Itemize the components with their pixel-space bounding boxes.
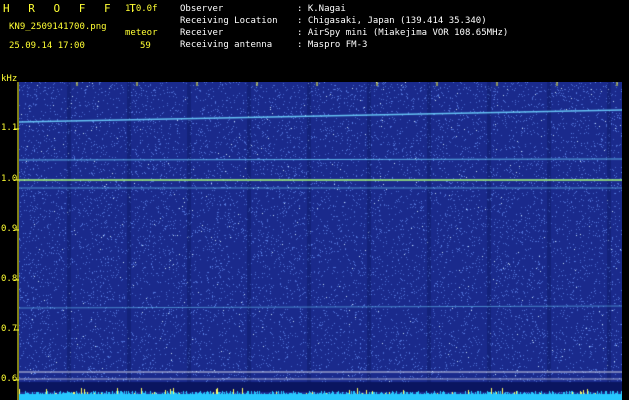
- filename-label: KN9_2509141700.png: [9, 22, 107, 32]
- receiver-label: Receiver: [180, 28, 224, 38]
- observer-label: Observer: [180, 4, 224, 14]
- version-label: 1.0.0f: [125, 4, 158, 14]
- receiver-value: : AirSpy mini (Miakejima VOR 108.65MHz): [297, 28, 509, 38]
- meteor-label: meteor: [125, 28, 158, 38]
- location-label: Receiving Location: [180, 16, 278, 26]
- right-margin: [622, 82, 629, 400]
- meteor-count: 59: [140, 41, 151, 51]
- y-axis: [14, 82, 19, 400]
- spectrogram[interactable]: [19, 82, 622, 400]
- antenna-label: Receiving antenna: [180, 40, 273, 50]
- app-title: H R O F F T: [3, 2, 142, 15]
- observer-value: : K.Nagai: [297, 4, 346, 14]
- antenna-value: : Maspro FM-3: [297, 40, 368, 50]
- datetime-label: 25.09.14 17:00: [9, 41, 85, 51]
- location-value: : Chigasaki, Japan (139.414 35.340): [297, 16, 487, 26]
